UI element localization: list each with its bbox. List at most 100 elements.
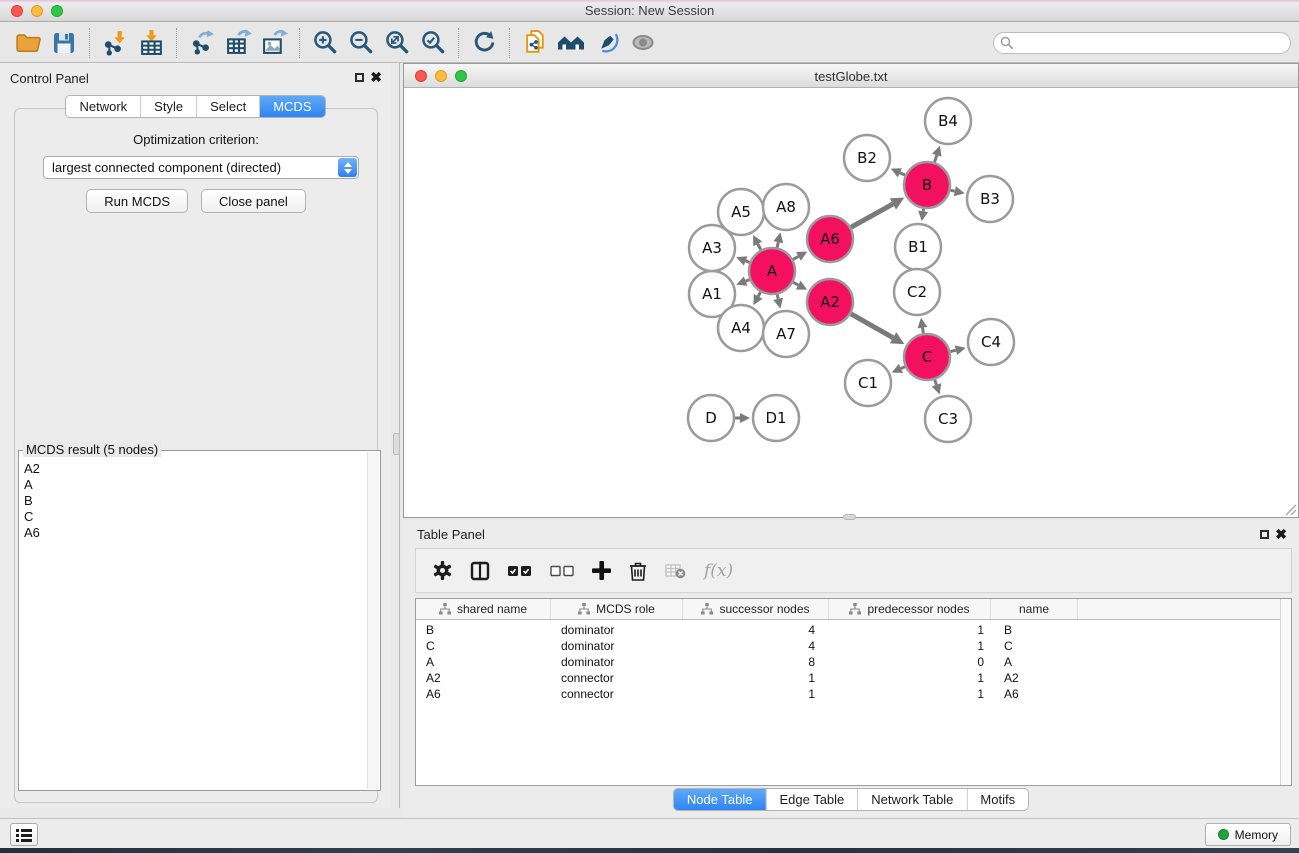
graph-edge-C-C3[interactable]: [935, 380, 937, 385]
import-table-button[interactable]: [133, 26, 169, 60]
close-panel-icon[interactable]: ✖: [370, 69, 382, 85]
graph-edge-A-A3[interactable]: [746, 261, 750, 263]
search-input[interactable]: [993, 32, 1291, 54]
mcds-result-item[interactable]: A6: [19, 525, 367, 541]
splitter-handle[interactable]: [393, 433, 400, 455]
function-builder-icon[interactable]: f(x): [704, 561, 733, 581]
graph-edge-A-A2[interactable]: [793, 282, 798, 285]
deselect-all-checks-icon[interactable]: [550, 565, 574, 577]
zoom-selected-button[interactable]: [415, 26, 451, 60]
graph-node-B3[interactable]: B3: [967, 176, 1013, 222]
tab-mcds[interactable]: MCDS: [259, 96, 324, 117]
column-header-shared-name[interactable]: shared name: [416, 599, 551, 619]
graph-node-A[interactable]: A: [749, 248, 795, 294]
mcds-result-item[interactable]: A: [19, 477, 367, 493]
table-close-panel-icon[interactable]: ✖: [1275, 526, 1287, 542]
graph-edge-A-A4[interactable]: [758, 292, 760, 296]
tab-network-table[interactable]: Network Table: [857, 789, 966, 810]
graph-node-A2[interactable]: A2: [807, 279, 853, 325]
graph-node-B4[interactable]: B4: [925, 98, 971, 144]
table-row[interactable]: Cdominator41C: [416, 638, 1279, 654]
graph-edge-C-C4[interactable]: [950, 350, 956, 351]
delete-rows-trash-icon[interactable]: [629, 561, 647, 581]
tab-network[interactable]: Network: [66, 96, 140, 117]
memory-button[interactable]: Memory: [1205, 823, 1291, 846]
graph-node-A7[interactable]: A7: [763, 311, 809, 357]
mcds-result-item[interactable]: B: [19, 493, 367, 509]
add-row-icon[interactable]: [592, 561, 611, 580]
settings-gear-icon[interactable]: [433, 561, 452, 580]
graph-edge-B-B3[interactable]: [950, 190, 954, 191]
graph-edge-B-B4[interactable]: [934, 155, 936, 162]
export-table-button[interactable]: [220, 26, 256, 60]
vertical-splitter[interactable]: [391, 63, 403, 808]
toggle-annotations-button[interactable]: [589, 26, 625, 60]
tab-node-table[interactable]: Node Table: [674, 789, 766, 810]
table-row[interactable]: A2connector11A2: [416, 670, 1279, 686]
graph-node-C1[interactable]: C1: [845, 360, 891, 406]
run-mcds-button[interactable]: Run MCDS: [86, 189, 188, 213]
graph-edge-A6-B[interactable]: [851, 204, 893, 227]
graph-edge-C-C2[interactable]: [922, 328, 923, 334]
tab-edge-table[interactable]: Edge Table: [765, 789, 857, 810]
import-network-button[interactable]: [97, 26, 133, 60]
column-header-successor-nodes[interactable]: successor nodes: [683, 599, 829, 619]
result-scrollbar[interactable]: [367, 452, 379, 789]
graph-node-C2[interactable]: C2: [894, 269, 940, 315]
table-row[interactable]: Adominator80A: [416, 654, 1279, 670]
graph-edge-B-B2[interactable]: [900, 173, 905, 175]
column-header-MCDS-role[interactable]: MCDS role: [551, 599, 683, 619]
column-header-predecessor-nodes[interactable]: predecessor nodes: [829, 599, 991, 619]
graph-edge-C-C1[interactable]: [901, 367, 905, 369]
graph-node-A5[interactable]: A5: [718, 189, 764, 235]
graph-edge-A-A7[interactable]: [777, 294, 778, 298]
graph-node-C[interactable]: C: [904, 334, 950, 380]
save-session-button[interactable]: [46, 26, 82, 60]
mcds-result-item[interactable]: C: [19, 509, 367, 525]
graph-node-A8[interactable]: A8: [763, 184, 809, 230]
float-panel-icon[interactable]: [355, 73, 364, 82]
graph-node-B[interactable]: B: [904, 162, 950, 208]
criterion-select[interactable]: largest connected component (directed): [43, 156, 359, 179]
open-session-button[interactable]: [10, 26, 46, 60]
graph-edge-A-A5[interactable]: [758, 244, 761, 250]
network-canvas[interactable]: AA1A2A3A4A5A6A7A8BB1B2B3B4CC1C2C3C4DD1: [404, 88, 1298, 517]
toggle-graphics-details-button[interactable]: [625, 26, 661, 60]
tab-style[interactable]: Style: [140, 96, 196, 117]
network-window-titlebar[interactable]: testGlobe.txt: [404, 64, 1298, 88]
graph-node-B2[interactable]: B2: [844, 135, 890, 181]
select-all-checks-icon[interactable]: [508, 565, 532, 577]
graph-node-A4[interactable]: A4: [718, 305, 764, 351]
task-history-button[interactable]: [10, 823, 38, 846]
delete-table-icon[interactable]: [665, 563, 686, 579]
close-panel-button[interactable]: Close panel: [201, 189, 306, 213]
network-overview-button[interactable]: [553, 26, 589, 60]
zoom-fit-button[interactable]: [379, 26, 415, 60]
refresh-button[interactable]: [466, 26, 502, 60]
graph-edge-A-A8[interactable]: [777, 242, 778, 247]
export-network-button[interactable]: [184, 26, 220, 60]
mcds-result-item[interactable]: A2: [19, 461, 367, 477]
graph-node-A6[interactable]: A6: [807, 216, 853, 262]
graph-edge-A-A6[interactable]: [793, 256, 798, 259]
graph-edge-A-A1[interactable]: [746, 280, 750, 282]
zoom-in-button[interactable]: [307, 26, 343, 60]
tab-select[interactable]: Select: [196, 96, 259, 117]
graph-node-D[interactable]: D: [688, 395, 734, 441]
graph-node-B1[interactable]: B1: [895, 224, 941, 270]
export-image-button[interactable]: [256, 26, 292, 60]
graph-node-D1[interactable]: D1: [753, 395, 799, 441]
table-row[interactable]: Bdominator41B: [416, 622, 1279, 638]
table-scrollbar[interactable]: [1280, 599, 1291, 785]
zoom-out-button[interactable]: [343, 26, 379, 60]
show-columns-icon[interactable]: [470, 561, 490, 581]
graph-node-C4[interactable]: C4: [968, 319, 1014, 365]
table-float-panel-icon[interactable]: [1260, 530, 1269, 539]
graph-node-C3[interactable]: C3: [925, 396, 971, 442]
column-header-name[interactable]: name: [991, 599, 1078, 619]
tab-motifs[interactable]: Motifs: [966, 789, 1028, 810]
table-row[interactable]: A6connector11A6: [416, 686, 1279, 702]
clone-network-button[interactable]: [517, 26, 553, 60]
resize-corner-icon[interactable]: [1284, 503, 1297, 516]
graph-edge-A2-C[interactable]: [851, 314, 893, 338]
